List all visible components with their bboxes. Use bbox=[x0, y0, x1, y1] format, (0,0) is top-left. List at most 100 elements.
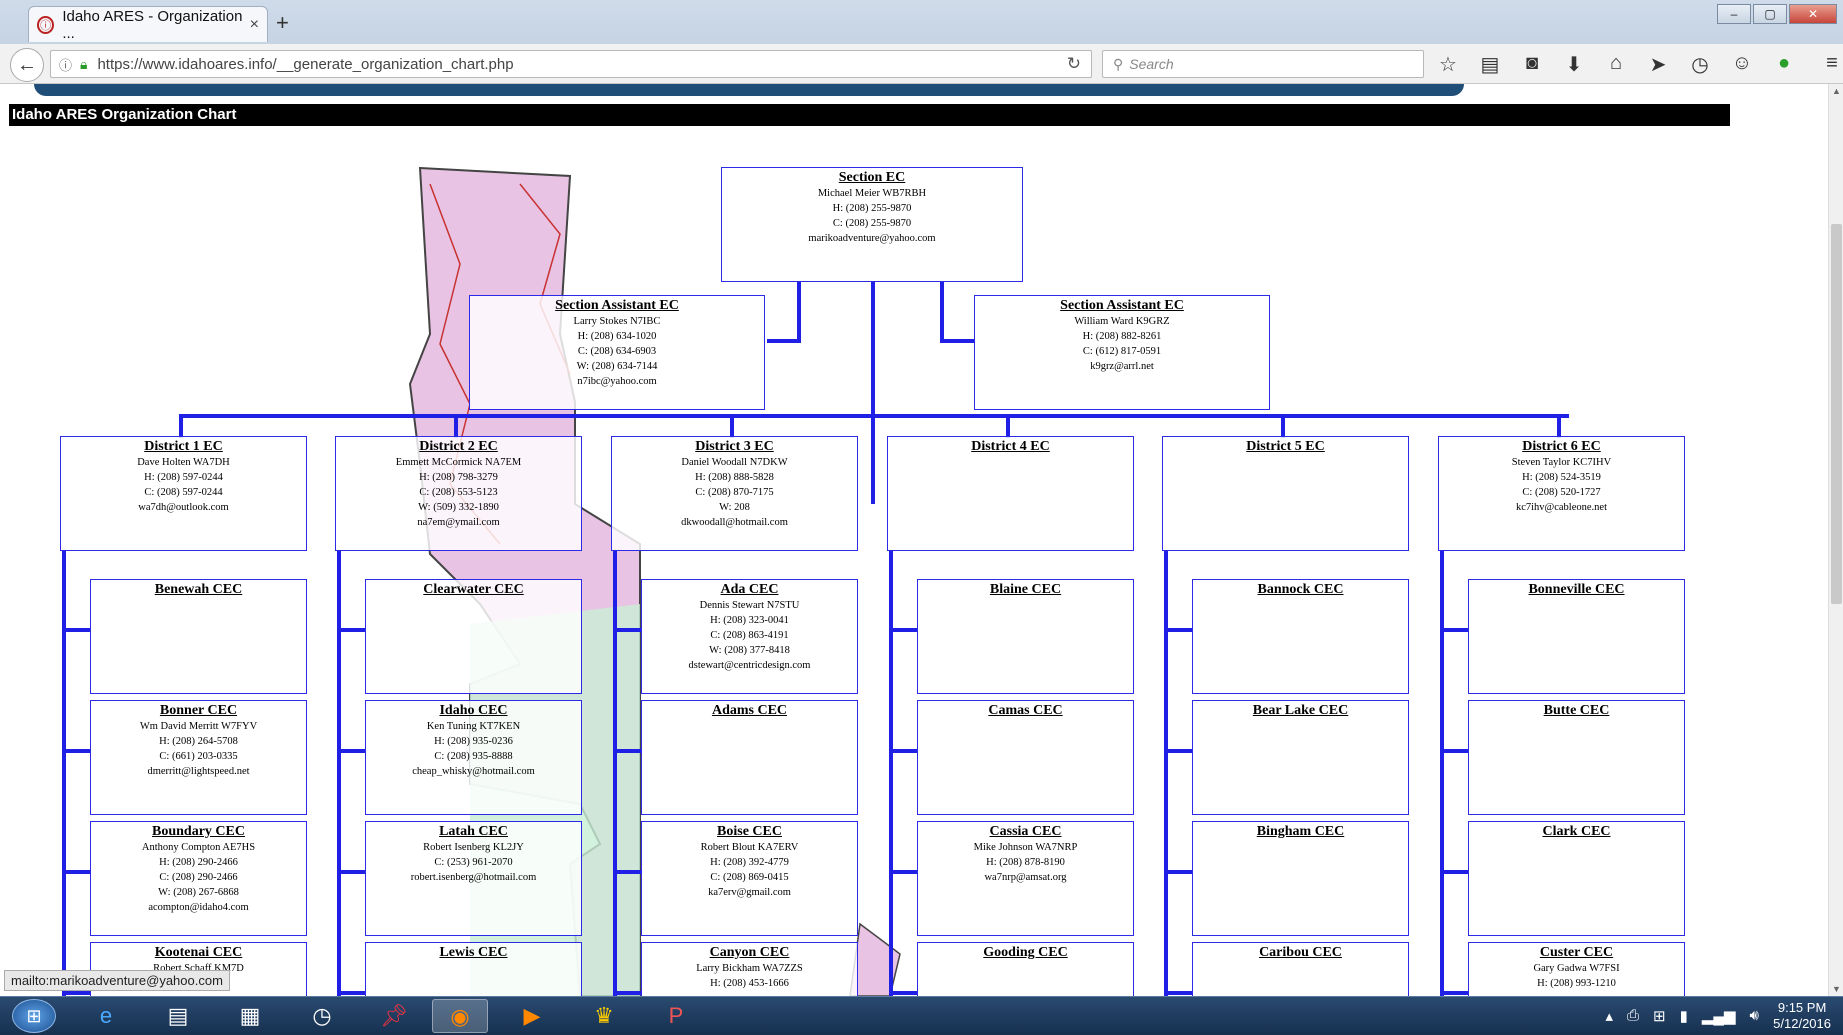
connector-line bbox=[1440, 551, 1444, 996]
connector-line bbox=[1164, 749, 1192, 753]
district-6-ec-box-line: Steven Taylor KC7IHV bbox=[1511, 457, 1612, 468]
menu-icon[interactable]: ≡ bbox=[1820, 52, 1843, 77]
cec-box: Cassia CEC Mike Johnson WA7NRP H: (208) 87… bbox=[917, 821, 1134, 936]
system-clock[interactable]: 9:15 PM 5/12/2016 bbox=[1773, 1000, 1831, 1032]
connector-line bbox=[1281, 414, 1285, 438]
pin-app-icon[interactable]: 📌︎ bbox=[366, 999, 422, 1033]
scroll-up-icon[interactable]: ▲ bbox=[1829, 86, 1843, 96]
cec-box-line: H: (208) 453-1666 bbox=[710, 978, 789, 989]
system-tray: ▴ ⎙ ⊞ ▮ ▂▄▆ 🔊︎ bbox=[1605, 1007, 1759, 1025]
info-icon[interactable]: ⓘ bbox=[59, 55, 72, 74]
cec-box-email-link[interactable]: acompton@idaho4.com bbox=[91, 900, 306, 915]
clock-app-icon[interactable]: ◷ bbox=[294, 999, 350, 1033]
cec-box-line: W: (208) 377-8418 bbox=[709, 645, 790, 656]
scrollbar-thumb[interactable] bbox=[1831, 224, 1842, 604]
district-1-ec-box-line: C: (208) 597-0244 bbox=[144, 487, 223, 498]
district-3-ec-box-email-link[interactable]: dkwoodall@hotmail.com bbox=[612, 515, 857, 530]
cec-box-email-link[interactable]: wa7nrp@amsat.org bbox=[918, 870, 1133, 885]
connector-line bbox=[613, 551, 617, 996]
cec-box: Boundary CEC Anthony Compton AE7HS H: (208… bbox=[90, 821, 307, 936]
cec-box-email-link[interactable]: dmerritt@lightspeed.net bbox=[91, 764, 306, 779]
cec-box-title: Bonneville CEC bbox=[1528, 582, 1625, 597]
connector-line bbox=[1164, 870, 1192, 874]
district-1-ec-box-email-link[interactable]: wa7dh@outlook.com bbox=[61, 500, 306, 515]
address-bar[interactable]: ⓘ 🔒︎ https://www.idahoares.info/__genera… bbox=[50, 50, 1092, 78]
district-2-ec-box-email-link[interactable]: na7em@ymail.com bbox=[336, 515, 581, 530]
send-icon[interactable]: ➤ bbox=[1646, 52, 1670, 77]
firefox-taskbar-icon[interactable]: ◉ bbox=[432, 999, 488, 1033]
volume-icon[interactable]: 🔊︎ bbox=[1750, 1007, 1759, 1025]
url-text[interactable]: https://www.idahoares.info/__generate_or… bbox=[97, 56, 513, 73]
cec-box-line: C: (208) 869-0415 bbox=[710, 872, 789, 883]
media-player-icon[interactable]: ▶ bbox=[504, 999, 560, 1033]
cec-box-title: Boundary CEC bbox=[152, 824, 245, 839]
connector-line bbox=[1006, 414, 1010, 438]
pocket-icon[interactable]: ◙ bbox=[1520, 52, 1544, 77]
file-explorer-icon[interactable]: ▤ bbox=[150, 999, 206, 1033]
history-icon[interactable]: ◷ bbox=[1688, 52, 1712, 77]
cec-box-email-link[interactable]: robert.isenberg@hotmail.com bbox=[366, 870, 581, 885]
show-hidden-icons-icon[interactable]: ▴ bbox=[1605, 1007, 1613, 1025]
cec-box-email-link[interactable]: dstewart@centricdesign.com bbox=[642, 658, 857, 673]
cec-box-line: H: (208) 935-0236 bbox=[434, 736, 513, 747]
connector-line bbox=[889, 749, 917, 753]
search-input[interactable]: ⚲ Search bbox=[1102, 50, 1424, 78]
download-icon[interactable]: ⬇ bbox=[1562, 52, 1586, 77]
cec-box-email-link[interactable]: ka7erv@gmail.com bbox=[642, 885, 857, 900]
connector-line bbox=[1440, 628, 1468, 632]
cec-box-email-link[interactable]: cheap_whisky@hotmail.com bbox=[366, 764, 581, 779]
cec-box-title: Lewis CEC bbox=[439, 945, 508, 960]
district-6-ec-box-line: C: (208) 520-1727 bbox=[1522, 487, 1601, 498]
section-assistant-ec-box: Section Assistant EC Larry Stokes N7IBC H:… bbox=[469, 295, 765, 410]
browser-tab[interactable]: ⓘ Idaho ARES - Organization ... × bbox=[28, 6, 268, 42]
close-window-button[interactable]: ✕ bbox=[1789, 4, 1837, 24]
connector-line bbox=[1557, 414, 1561, 438]
cec-box: Gooding CEC bbox=[917, 942, 1134, 996]
powerpoint-icon[interactable]: P bbox=[648, 999, 704, 1033]
minimize-button[interactable]: – bbox=[1717, 4, 1751, 24]
back-button[interactable]: ← bbox=[10, 48, 44, 82]
windows-taskbar: ⊞ e ▤ ▦ ◷ 📌︎ ◉ ▶ ♛ P ▴ ⎙ ⊞ ▮ ▂▄▆ 🔊︎ 9:15… bbox=[0, 996, 1843, 1035]
media-app-icon[interactable]: ▦ bbox=[222, 999, 278, 1033]
section-assistant-ec-box-email-link[interactable]: n7ibc@yahoo.com bbox=[470, 374, 764, 389]
connector-line bbox=[180, 414, 1569, 418]
cec-box-line: H: (208) 392-4779 bbox=[710, 857, 789, 868]
district-3-ec-box: District 3 EC Daniel Woodall N7DKW H: (208… bbox=[611, 436, 858, 551]
connector-line bbox=[1440, 749, 1468, 753]
windows-flag-icon[interactable]: ⊞ bbox=[1653, 1007, 1666, 1025]
reading-list-icon[interactable]: ▤ bbox=[1478, 52, 1502, 77]
game-app-icon[interactable]: ♛ bbox=[576, 999, 632, 1033]
section-assistant-ec-box-title: Section Assistant EC bbox=[1060, 298, 1184, 313]
new-tab-button[interactable]: + bbox=[276, 10, 289, 36]
district-2-ec-box-line: H: (208) 798-3279 bbox=[419, 472, 498, 483]
cec-box-line: C: (661) 203-0335 bbox=[159, 751, 238, 762]
bookmark-star-icon[interactable]: ☆ bbox=[1436, 52, 1460, 77]
district-1-ec-box-line: H: (208) 597-0244 bbox=[144, 472, 223, 483]
connector-line bbox=[337, 628, 365, 632]
extension-icon[interactable]: ● bbox=[1772, 52, 1796, 77]
tab-close-icon[interactable]: × bbox=[250, 16, 259, 34]
maximize-button[interactable]: ▢ bbox=[1753, 4, 1787, 24]
printer-icon[interactable]: ⎙ bbox=[1627, 1007, 1639, 1025]
reload-icon[interactable]: ↻ bbox=[1067, 54, 1081, 74]
district-2-ec-box-title: District 2 EC bbox=[419, 439, 498, 454]
section-assistant-ec-box-email-link[interactable]: k9grz@arrl.net bbox=[975, 359, 1269, 374]
cec-box-line: Robert Blout KA7ERV bbox=[700, 842, 799, 853]
connector-line bbox=[337, 749, 365, 753]
chat-icon[interactable]: ☺ bbox=[1730, 52, 1754, 77]
district-3-ec-box-line: Daniel Woodall N7DKW bbox=[681, 457, 788, 468]
section-ec-box-email-link[interactable]: marikoadventure@yahoo.com bbox=[722, 231, 1022, 246]
section-assistant-ec-box-line: W: (208) 634-7144 bbox=[576, 361, 658, 372]
district-1-ec-box-title: District 1 EC bbox=[144, 439, 223, 454]
section-ec-box-line: H: (208) 255-9870 bbox=[832, 203, 912, 214]
scroll-down-icon[interactable]: ▼ bbox=[1829, 984, 1843, 994]
network-signal-icon[interactable]: ▂▄▆ bbox=[1702, 1007, 1736, 1025]
battery-icon[interactable]: ▮ bbox=[1680, 1007, 1688, 1025]
district-6-ec-box-email-link[interactable]: kc7ihv@cableone.net bbox=[1439, 500, 1684, 515]
internet-explorer-icon[interactable]: e bbox=[78, 999, 134, 1033]
district-6-ec-box-line: H: (208) 524-3519 bbox=[1522, 472, 1601, 483]
cec-box-title: Bonner CEC bbox=[159, 703, 238, 718]
home-icon[interactable]: ⌂ bbox=[1604, 52, 1628, 77]
vertical-scrollbar[interactable]: ▲ ▼ bbox=[1828, 84, 1843, 996]
start-button[interactable]: ⊞ bbox=[12, 999, 56, 1033]
